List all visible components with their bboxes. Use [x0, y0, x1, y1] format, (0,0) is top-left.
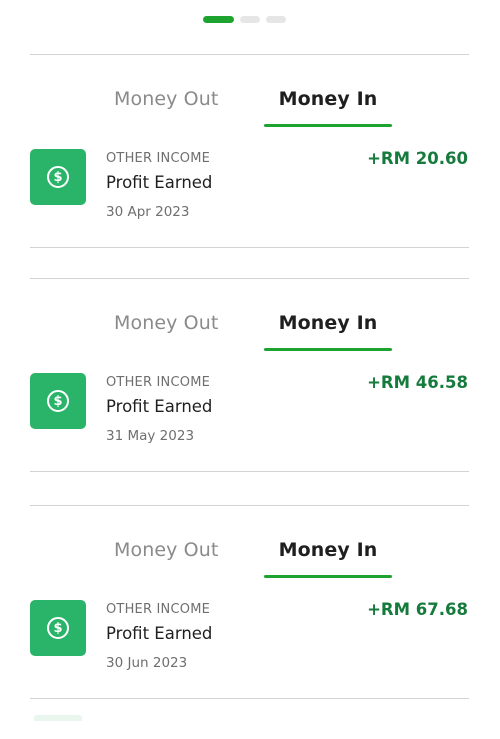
page-indicator-dot[interactable]: [240, 16, 260, 23]
transaction-card: Money Out Money In $ OTHER INCOME Profit…: [0, 505, 500, 701]
transaction-title: Profit Earned: [106, 397, 213, 416]
transaction-amount: +RM 67.68: [367, 600, 468, 619]
divider: [30, 278, 469, 279]
transaction-title: Profit Earned: [106, 173, 213, 192]
dollar-coin-icon: $: [47, 390, 69, 412]
transaction-icon-tile: $: [30, 600, 86, 656]
page-indicator-dot-active[interactable]: [203, 16, 234, 23]
divider: [30, 54, 469, 55]
transaction-title: Profit Earned: [106, 624, 213, 643]
page-indicator-dot[interactable]: [266, 16, 286, 23]
transaction-amount: +RM 20.60: [367, 149, 468, 168]
divider: [30, 247, 469, 248]
transaction-amount: +RM 46.58: [367, 373, 468, 392]
transaction-row[interactable]: $ OTHER INCOME Profit Earned 30 Jun 2023…: [0, 600, 500, 690]
tab-bar: Money Out Money In: [0, 525, 500, 579]
active-tab-indicator: [264, 575, 392, 578]
tab-bar: Money Out Money In: [0, 298, 500, 352]
active-tab-indicator: [264, 348, 392, 351]
tab-money-in[interactable]: Money In: [264, 312, 392, 334]
transaction-date: 30 Apr 2023: [106, 204, 190, 220]
dollar-coin-icon: $: [47, 166, 69, 188]
transaction-card: Money Out Money In $ OTHER INCOME Profit…: [0, 54, 500, 250]
tab-money-in[interactable]: Money In: [264, 88, 392, 110]
transaction-row[interactable]: $ OTHER INCOME Profit Earned 31 May 2023…: [0, 373, 500, 463]
transaction-date: 31 May 2023: [106, 428, 195, 444]
transaction-card: Money Out Money In $ OTHER INCOME Profit…: [0, 278, 500, 474]
divider: [30, 505, 469, 506]
transaction-icon-tile: $: [30, 149, 86, 205]
tab-money-out[interactable]: Money Out: [114, 312, 218, 334]
transaction-icon-tile: $: [30, 373, 86, 429]
transaction-category: OTHER INCOME: [106, 375, 211, 390]
tab-money-out[interactable]: Money Out: [114, 88, 218, 110]
transaction-date: 30 Jun 2023: [106, 655, 188, 671]
transaction-row[interactable]: $ OTHER INCOME Profit Earned 30 Apr 2023…: [0, 149, 500, 239]
active-tab-indicator: [264, 124, 392, 127]
page-indicator: [203, 16, 286, 23]
next-item-peek: [34, 715, 82, 721]
tab-money-in[interactable]: Money In: [264, 539, 392, 561]
dollar-coin-icon: $: [47, 617, 69, 639]
divider: [30, 698, 469, 699]
tab-bar: Money Out Money In: [0, 74, 500, 128]
tab-money-out[interactable]: Money Out: [114, 539, 218, 561]
transaction-category: OTHER INCOME: [106, 602, 211, 617]
divider: [30, 471, 469, 472]
transaction-category: OTHER INCOME: [106, 151, 211, 166]
